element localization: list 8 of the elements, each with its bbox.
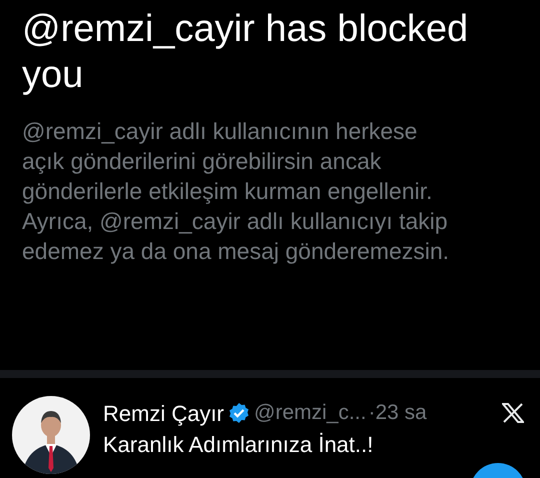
post-time: 23 sa [375,400,427,426]
notice-text: @remzi_cayir adlı kullanıcının herkese açık gönderilerini görebilirsin ancak gönderilerle etkileşim kurman engellenir. Ayrıca, @remzi_cayir adlı kullanıcıyı takip edemez ya da ona mesaj gönderemezsin. [22,117,450,266]
notice-title: @remzi_cayir has blocked you [22,7,470,98]
author-handle: @remzi_c... [254,400,366,426]
x-mark-icon [502,403,524,423]
post-text: Karanlık Adımlarınıza İnat..! [103,431,374,459]
separator: · [368,400,376,426]
author-name[interactable]: Remzi Çayır [103,396,224,430]
